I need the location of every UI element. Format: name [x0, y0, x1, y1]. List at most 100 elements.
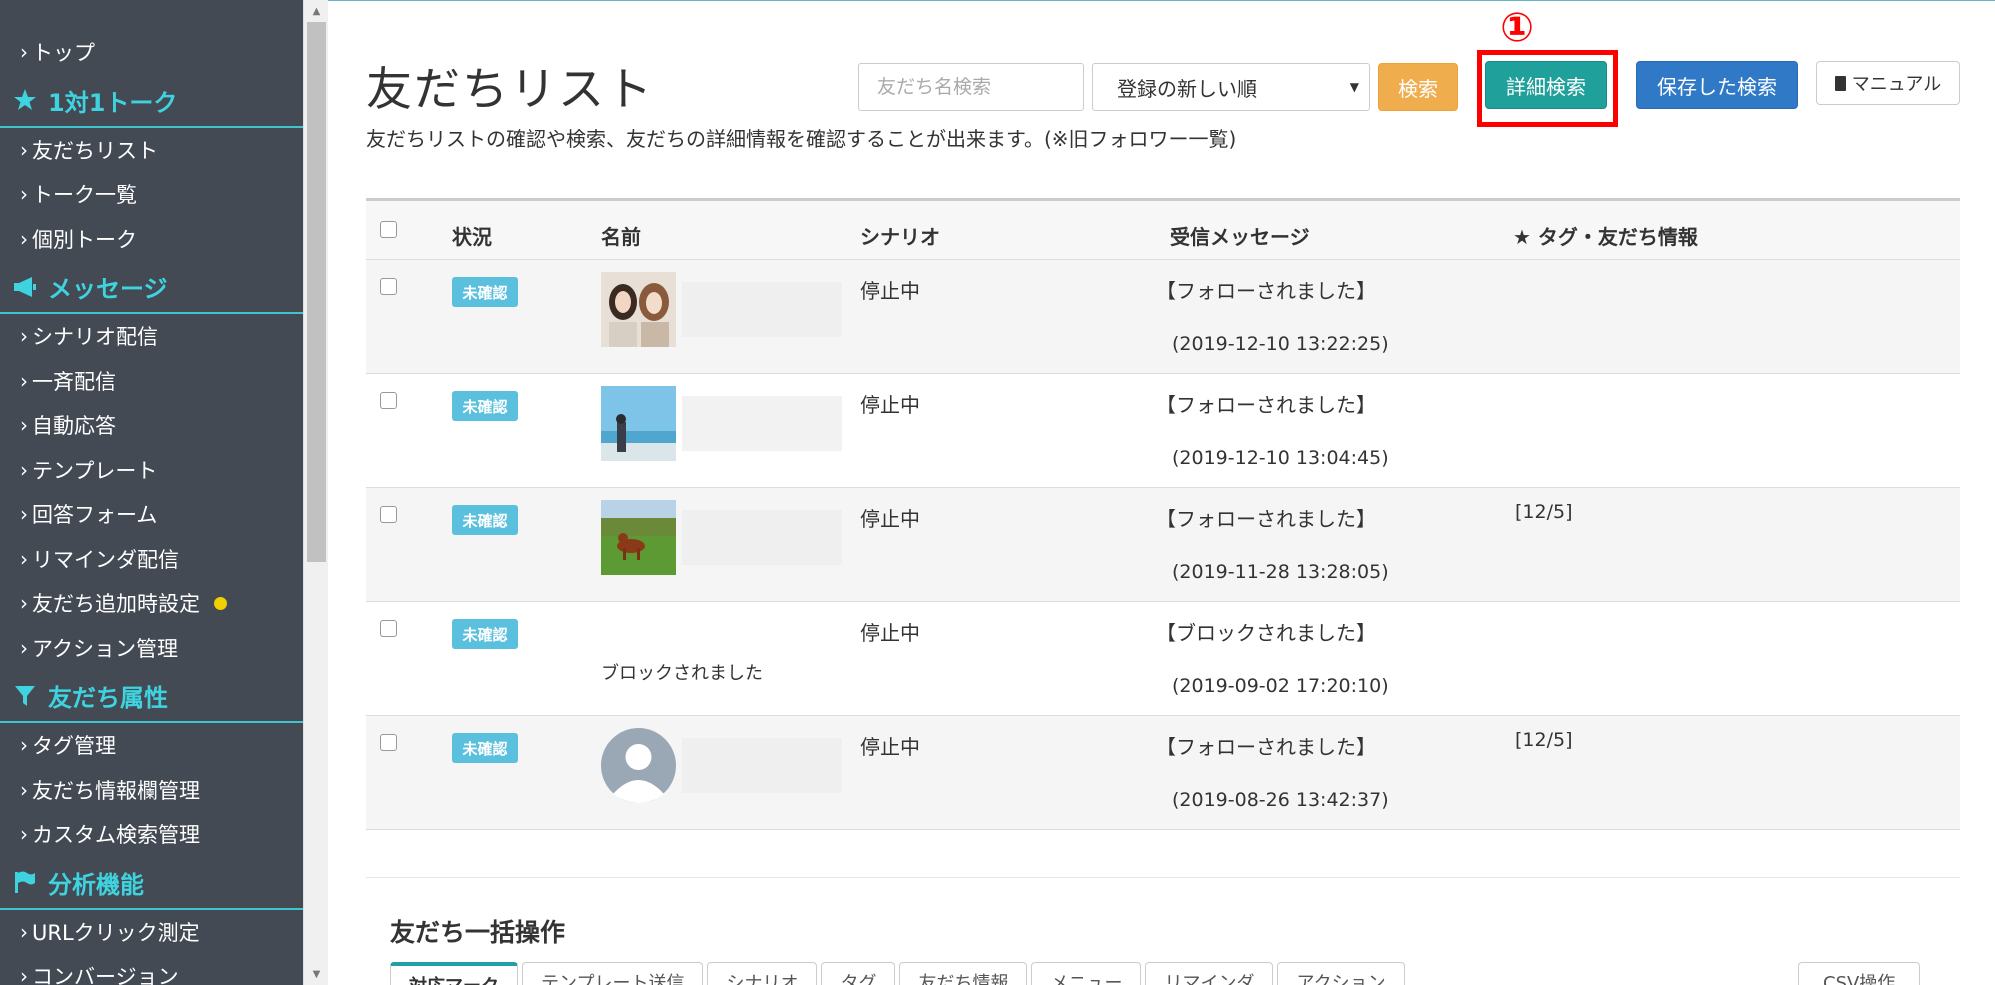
book-icon	[1834, 75, 1846, 91]
tag-info[interactable]: [12/5]	[1515, 501, 1573, 523]
message-timestamp: (2019-12-10 13:22:25)	[1172, 333, 1389, 355]
sidebar-section-18[interactable]: 分析機能	[0, 857, 303, 910]
avatar[interactable]	[601, 728, 676, 803]
friend-name-search-input[interactable]	[858, 63, 1084, 111]
row-checkbox[interactable]	[380, 620, 397, 637]
chevron-right-icon: ›	[20, 919, 28, 944]
table-row[interactable]: 未確認 ブロックされました 停止中 【ブロックされました】 (2019-09-02 17…	[366, 602, 1960, 716]
chevron-down-icon: ▼	[1349, 80, 1359, 94]
scroll-thumb[interactable]	[307, 22, 326, 562]
header-status: 状況	[452, 225, 492, 249]
chevron-right-icon: ›	[20, 635, 28, 660]
saved-search-button[interactable]: 保存した検索	[1636, 61, 1798, 109]
chevron-right-icon: ›	[20, 182, 28, 207]
sidebar-scrollbar[interactable]: ▲ ▼	[303, 0, 328, 985]
divider	[366, 877, 1960, 878]
search-button[interactable]: 検索	[1378, 63, 1458, 111]
status-badge: 未確認	[452, 391, 518, 421]
sidebar-item-15[interactable]: › タグ管理	[0, 723, 303, 768]
manual-button[interactable]: マニュアル	[1816, 61, 1960, 105]
chevron-right-icon: ›	[20, 40, 28, 65]
message-timestamp: (2019-09-02 17:20:10)	[1172, 675, 1389, 697]
sidebar-item-17[interactable]: › カスタム検索管理	[0, 812, 303, 857]
table-row[interactable]: 未確認 停止中 【フォローされました】 (2019-12-10 13:22:25)	[366, 260, 1960, 374]
message-timestamp: (2019-12-10 13:04:45)	[1172, 447, 1389, 469]
sidebar-item-8[interactable]: › 自動応答	[0, 403, 303, 448]
scroll-up-arrow-icon[interactable]: ▲	[304, 0, 329, 22]
sidebar-section-1[interactable]: 1対1トーク	[0, 75, 303, 128]
received-message: 【フォローされました】	[1156, 735, 1376, 759]
sidebar-item-20[interactable]: › コンバージョン	[0, 954, 303, 985]
received-message: 【ブロックされました】	[1156, 621, 1376, 645]
header-tags: ★ タグ・友だち情報	[1513, 225, 1698, 249]
table-row[interactable]: 未確認 停止中 【フォローされました】 (2019-08-26 13:42:37) [1…	[366, 716, 1960, 830]
table-row[interactable]: 未確認 停止中 【フォローされました】 (2019-11-28 13:28:05) [1…	[366, 488, 1960, 602]
avatar[interactable]	[601, 386, 676, 461]
scenario-status: 停止中	[860, 279, 920, 303]
sidebar-item-19[interactable]: › URLクリック測定	[0, 910, 303, 955]
sidebar-item-6[interactable]: › シナリオ配信	[0, 314, 303, 359]
row-checkbox[interactable]	[380, 506, 397, 523]
notification-dot-icon	[214, 596, 227, 610]
sidebar-item-9[interactable]: › テンプレート	[0, 448, 303, 493]
sidebar-item-11[interactable]: › リマインダ配信	[0, 537, 303, 582]
chevron-right-icon: ›	[20, 413, 28, 438]
table-row[interactable]: 未確認 停止中 【フォローされました】 (2019-12-10 13:04:45)	[366, 374, 1960, 488]
tab-bulk-7[interactable]: アクション	[1277, 962, 1405, 985]
header-message: 受信メッセージ	[1170, 225, 1310, 249]
row-checkbox[interactable]	[380, 734, 397, 751]
sidebar-item-13[interactable]: › アクション管理	[0, 626, 303, 671]
header-name: 名前	[601, 225, 641, 249]
sort-order-select[interactable]: 登録の新しい順 ▼	[1092, 63, 1370, 111]
sidebar-item-label: 友だち情報欄管理	[32, 778, 200, 803]
row-checkbox[interactable]	[380, 278, 397, 295]
sidebar-item-label: テンプレート	[32, 458, 158, 483]
tab-csv[interactable]: CSV操作	[1798, 962, 1921, 985]
sidebar-item-10[interactable]: › 回答フォーム	[0, 492, 303, 537]
avatar[interactable]	[601, 272, 676, 347]
page-description: 友だちリストの確認や検索、友だちの詳細情報を確認することが出来ます。(※旧フォロ…	[366, 127, 1237, 151]
avatar[interactable]	[601, 500, 676, 575]
main-content: 友だちリスト 友だちリストの確認や検索、友だちの詳細情報を確認することが出来ます…	[328, 0, 1995, 985]
tab-bulk-1[interactable]: テンプレート送信	[522, 962, 704, 985]
table-body: 未確認 停止中 【フォローされました】 (2019-12-10 13:22:25) 未確…	[366, 260, 1960, 830]
table-header: 状況 名前 シナリオ 受信メッセージ ★ タグ・友だち情報	[366, 198, 1960, 260]
chevron-right-icon: ›	[20, 457, 28, 482]
tab-bulk-5[interactable]: メニュー	[1031, 962, 1142, 985]
sidebar-section-5[interactable]: メッセージ	[0, 261, 303, 314]
sidebar: › トップ 1対1トーク › 友だちリスト › トーク一覧 › 個別トーク メッセージ › シナリオ配…	[0, 0, 303, 985]
sidebar-item-label: シナリオ配信	[32, 325, 158, 350]
sidebar-item-7[interactable]: › 一斉配信	[0, 359, 303, 404]
scenario-status: 停止中	[860, 393, 920, 417]
tab-bulk-3[interactable]: タグ	[821, 962, 896, 985]
tag-info[interactable]: [12/5]	[1515, 729, 1573, 751]
friend-name: ブロックされました	[601, 663, 763, 684]
sidebar-item-4[interactable]: › 個別トーク	[0, 217, 303, 262]
chevron-right-icon: ›	[20, 502, 28, 527]
chevron-right-icon: ›	[20, 777, 28, 802]
sidebar-item-2[interactable]: › 友だちリスト	[0, 128, 303, 173]
sidebar-item-label: カスタム検索管理	[32, 823, 200, 848]
annotation-number: ①	[1500, 5, 1534, 51]
tab-bulk-2[interactable]: シナリオ	[707, 962, 818, 985]
row-checkbox[interactable]	[380, 392, 397, 409]
sidebar-item-3[interactable]: › トーク一覧	[0, 172, 303, 217]
scroll-down-arrow-icon[interactable]: ▼	[304, 963, 329, 985]
sidebar-section-label: 友だち属性	[48, 684, 168, 712]
chevron-right-icon: ›	[20, 368, 28, 393]
tab-bulk-6[interactable]: リマインダ	[1145, 962, 1274, 985]
sidebar-section-14[interactable]: 友だち属性	[0, 670, 303, 723]
status-badge: 未確認	[452, 619, 518, 649]
sidebar-item-16[interactable]: › 友だち情報欄管理	[0, 768, 303, 813]
sidebar-item-0[interactable]: › トップ	[0, 30, 303, 75]
chevron-right-icon: ›	[20, 546, 28, 571]
sidebar-item-label: 個別トーク	[32, 227, 137, 252]
sidebar-item-label: リマインダ配信	[32, 547, 179, 572]
status-badge: 未確認	[452, 505, 518, 535]
sidebar-item-label: 自動応答	[32, 414, 116, 439]
sidebar-item-12[interactable]: › 友だち追加時設定	[0, 581, 303, 626]
select-all-checkbox[interactable]	[380, 221, 397, 238]
tab-bulk-0[interactable]: 対応マーク	[390, 962, 518, 985]
bulk-operations-tabs: 対応マークテンプレート送信シナリオタグ友だち情報メニューリマインダアクション	[390, 962, 1409, 985]
tab-bulk-4[interactable]: 友だち情報	[899, 962, 1028, 985]
